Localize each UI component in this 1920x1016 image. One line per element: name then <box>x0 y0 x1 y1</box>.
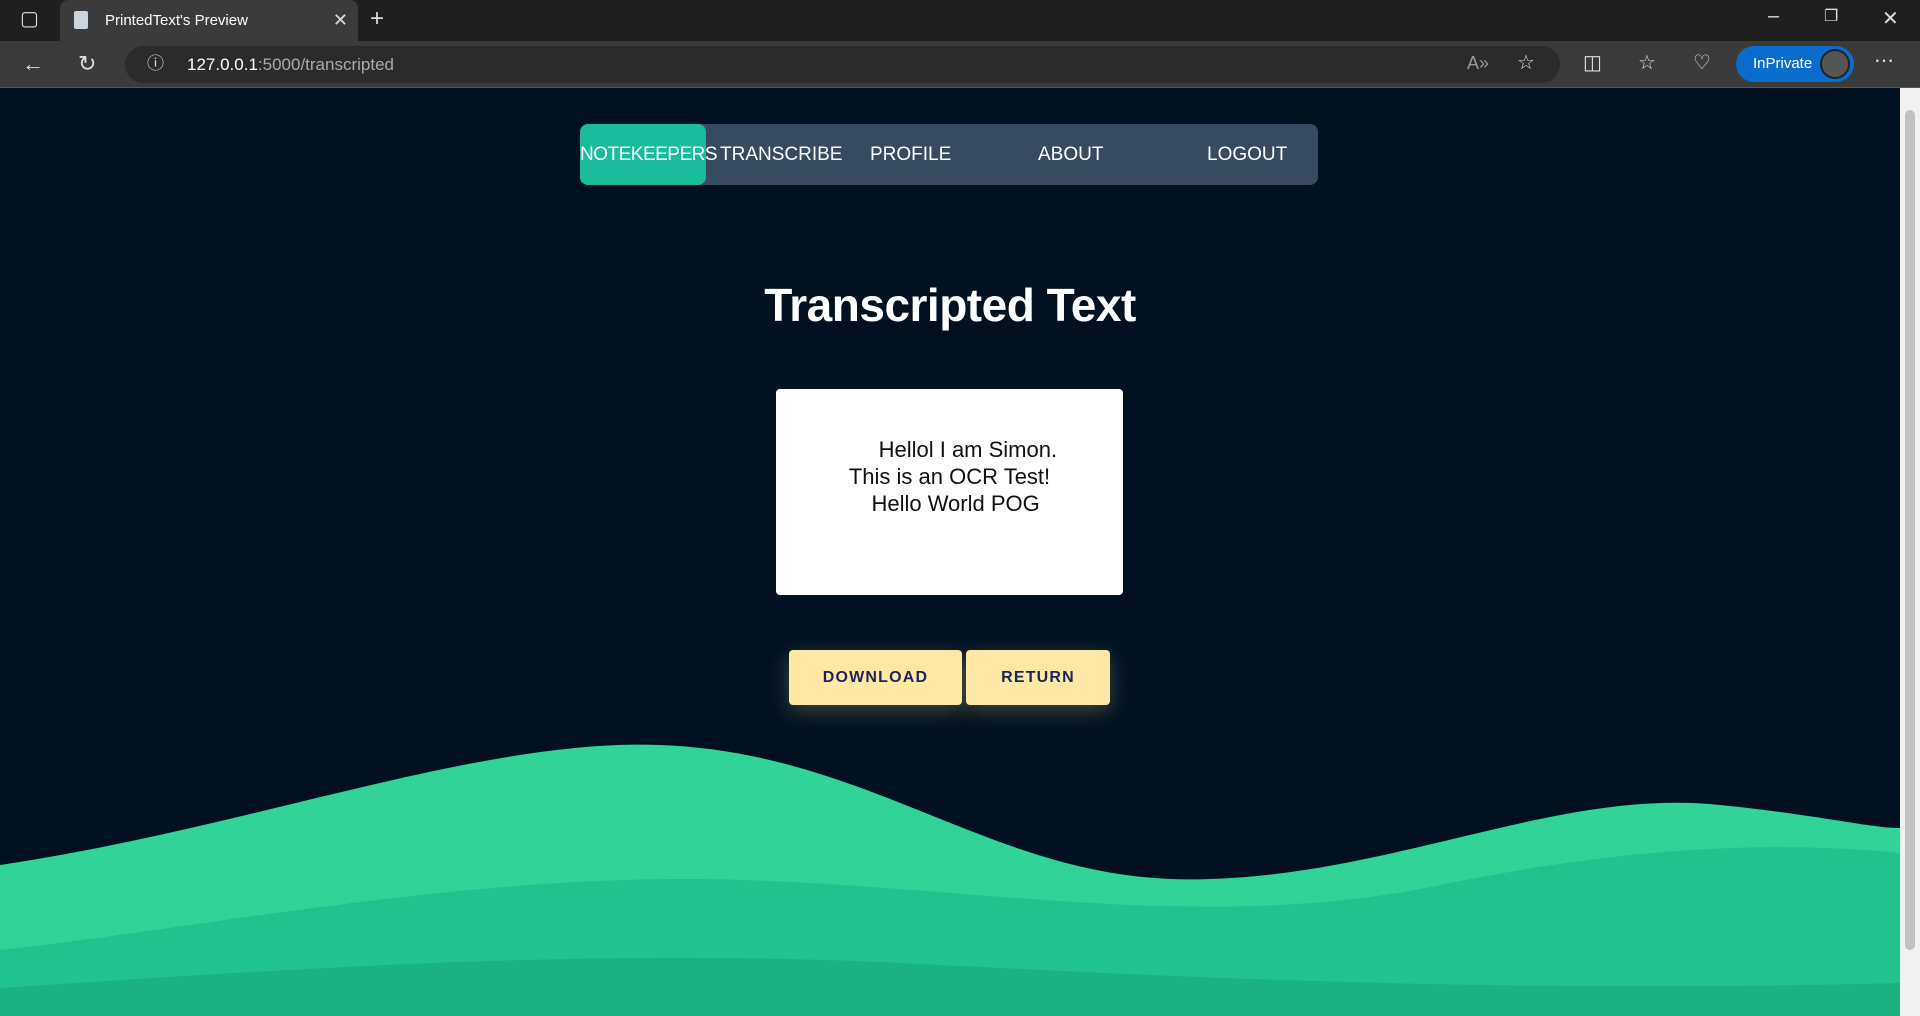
nav-logout[interactable]: LOGOUT <box>1207 124 1287 185</box>
close-window-icon[interactable]: ✕ <box>1882 9 1899 29</box>
download-button[interactable]: DOWNLOAD <box>789 650 962 705</box>
refresh-icon[interactable]: ↻ <box>78 53 96 75</box>
nav-profile[interactable]: PROFILE <box>870 124 951 185</box>
nav-transcribe[interactable]: TRANSCRIBE <box>720 124 842 185</box>
info-icon[interactable]: ⓘ <box>147 55 164 72</box>
read-aloud-icon[interactable]: A» <box>1467 54 1489 72</box>
close-tab-icon[interactable]: ✕ <box>333 10 348 31</box>
favorites-icon[interactable]: ☆ <box>1638 53 1656 73</box>
inprivate-label: InPrivate <box>1753 55 1813 72</box>
back-icon[interactable]: ← <box>22 53 44 75</box>
minimize-icon[interactable]: – <box>1768 6 1779 26</box>
favorite-star-icon[interactable]: ☆ <box>1517 53 1535 73</box>
more-menu-icon[interactable]: ⋯ <box>1874 51 1894 71</box>
restore-icon[interactable]: ❐ <box>1824 9 1838 25</box>
browser-essentials-icon[interactable]: ♡ <box>1693 53 1711 73</box>
page-title: Transcripted Text <box>764 279 1136 331</box>
browser-tab[interactable]: PrintedText's Preview ✕ <box>60 0 358 41</box>
transcript-box: Hellol I am Simon. This is an OCR Test! … <box>776 389 1123 595</box>
notepad-favicon-icon <box>74 11 88 29</box>
url-host: 127.0.0.1 <box>187 55 258 74</box>
inprivate-button[interactable]: InPrivate <box>1736 46 1854 82</box>
sidebar-toggle-icon[interactable]: ▢ <box>20 9 39 29</box>
nav-about[interactable]: ABOUT <box>1038 124 1103 185</box>
transcript-text: Hellol I am Simon. This is an OCR Test! … <box>848 437 1058 516</box>
avatar <box>1820 49 1850 79</box>
nav-notekeepers[interactable]: NOTEKEEPERS <box>580 124 718 185</box>
split-screen-icon[interactable]: ◫ <box>1583 53 1602 73</box>
url-path: :5000/transcripted <box>257 55 394 74</box>
url-text[interactable]: 127.0.0.1:5000/transcripted <box>187 55 394 75</box>
new-tab-icon[interactable]: + <box>370 7 384 31</box>
scrollbar-thumb[interactable] <box>1905 110 1915 950</box>
browser-toolbar: ← ↻ ⓘ 127.0.0.1:5000/transcripted A» ☆ ◫… <box>0 41 1920 88</box>
return-button[interactable]: RETURN <box>966 650 1110 705</box>
main-nav: NOTEKEEPERS TRANSCRIBE PROFILE ABOUT LOG… <box>580 124 1318 185</box>
tab-title: PrintedText's Preview <box>105 12 248 29</box>
browser-tab-bar: ▢ PrintedText's Preview ✕ + – ❐ ✕ <box>0 0 1920 41</box>
scrollbar[interactable] <box>1900 88 1920 1016</box>
address-bar[interactable]: ⓘ 127.0.0.1:5000/transcripted A» ☆ <box>125 46 1560 83</box>
